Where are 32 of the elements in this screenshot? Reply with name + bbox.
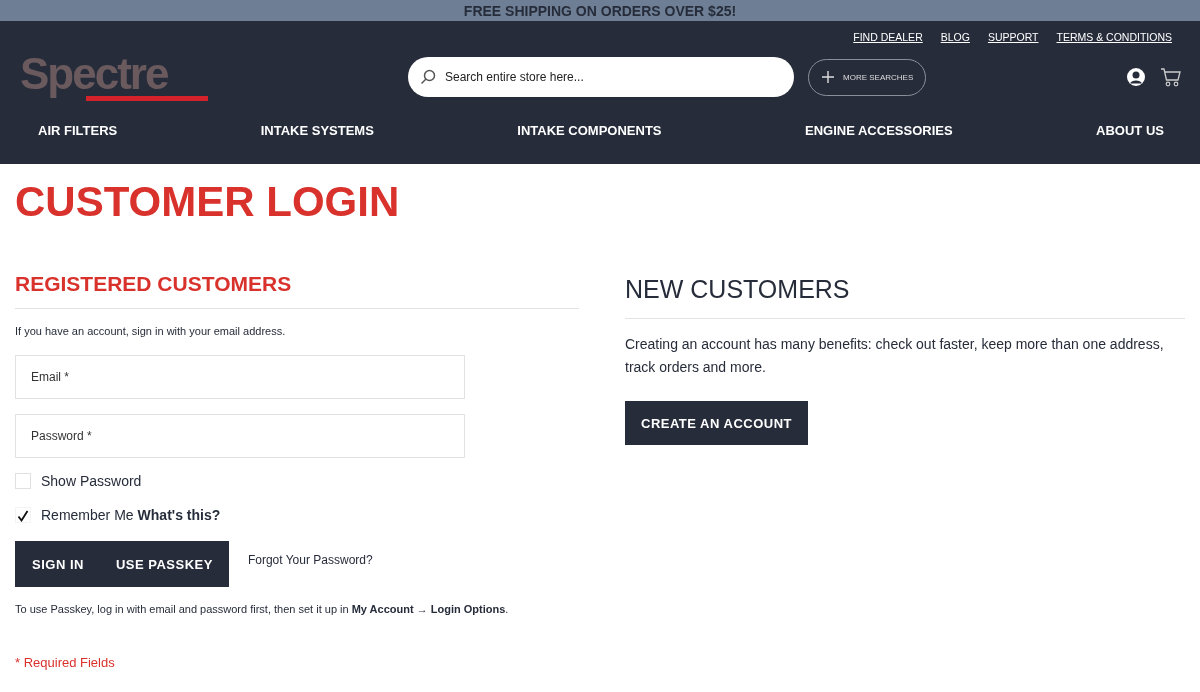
forgot-password-link[interactable]: Forgot Your Password? bbox=[247, 553, 373, 567]
description-text: Creating an account has many benefits: check out faster, keep more than one address, track orders and more. bbox=[625, 335, 1165, 377]
checkbox-label: Remember Me bbox=[41, 507, 134, 523]
search-icon[interactable] bbox=[420, 69, 436, 85]
intro-text: If you have an account, sign in with your email address. bbox=[15, 325, 287, 337]
nav-link[interactable]: AIR FILTERS bbox=[38, 122, 118, 138]
nav-link[interactable]: INTAKE COMPONENTS bbox=[517, 122, 662, 138]
nav-link[interactable]: INTAKE SYSTEMS bbox=[260, 122, 374, 138]
action-button[interactable]: USE PASSKEY bbox=[99, 541, 229, 587]
checkbox-label: Show Password bbox=[41, 473, 142, 489]
input-field[interactable]: Email * bbox=[15, 355, 465, 399]
create-account-button[interactable]: CREATE AN ACCOUNT bbox=[625, 401, 808, 445]
promo-text: FREE SHIPPING ON ORDERS OVER $25! bbox=[463, 2, 737, 19]
top-link[interactable]: FIND DEALER bbox=[853, 31, 923, 47]
passkey-note: To use Passkey, log in with email and password first, then set it up in My Account → Login Options. bbox=[15, 603, 510, 615]
section-heading: REGISTERED CUSTOMERS bbox=[15, 272, 293, 296]
search-field[interactable]: Search entire store here... bbox=[408, 57, 794, 97]
input-field[interactable]: Password * bbox=[15, 414, 465, 458]
checkbox[interactable] bbox=[15, 473, 31, 489]
help-link[interactable]: What's this? bbox=[137, 507, 221, 523]
nav-link[interactable]: ABOUT US bbox=[1096, 122, 1164, 138]
cart-icon[interactable] bbox=[1160, 67, 1182, 87]
plus-icon[interactable] bbox=[821, 70, 835, 84]
top-link[interactable]: TERMS & CONDITIONS bbox=[1056, 31, 1172, 47]
page-title: CUSTOMER LOGIN bbox=[15, 178, 401, 227]
account-icon[interactable] bbox=[1126, 67, 1146, 87]
section-heading: NEW CUSTOMERS bbox=[625, 275, 851, 304]
required-fields-note: * Required Fields bbox=[15, 655, 116, 670]
top-link[interactable]: SUPPORT bbox=[987, 31, 1039, 47]
nav-link[interactable]: ENGINE ACCESSORIES bbox=[805, 122, 953, 138]
action-button[interactable]: SIGN IN bbox=[15, 541, 100, 587]
top-link[interactable]: BLOG bbox=[940, 31, 970, 47]
